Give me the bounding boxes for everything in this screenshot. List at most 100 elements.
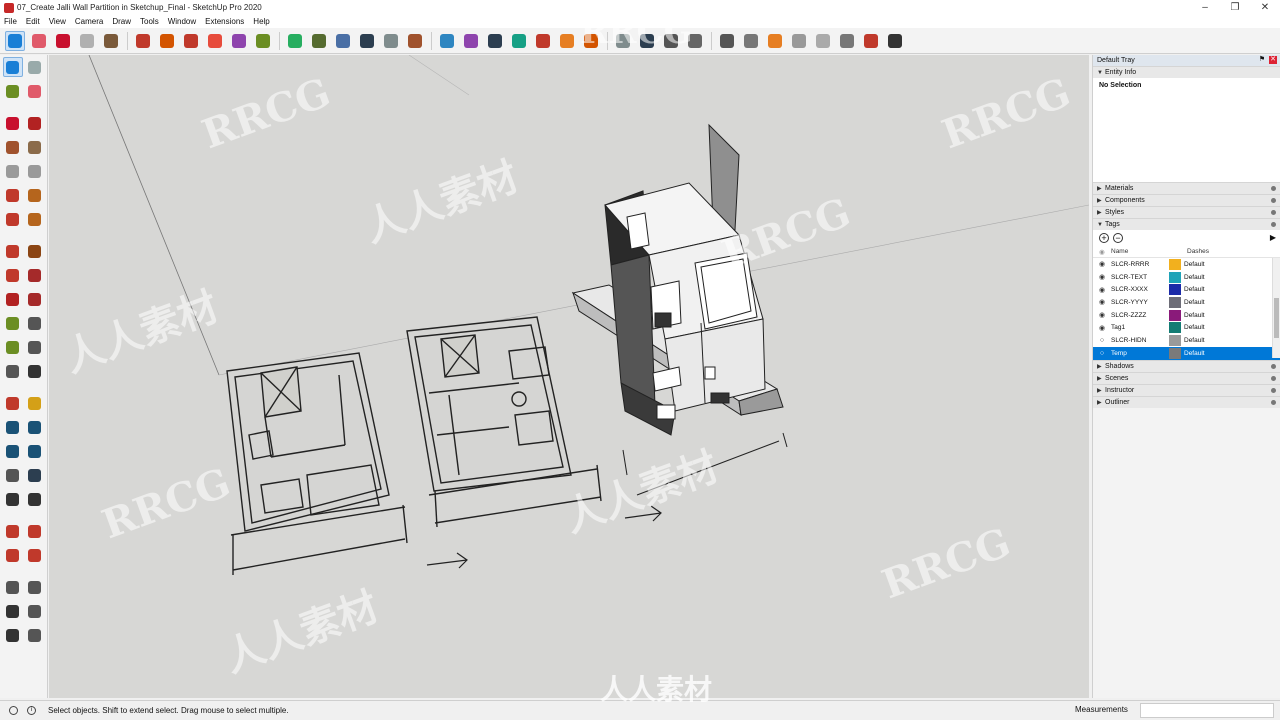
tag-color-swatch[interactable] (1169, 284, 1181, 296)
3d-text-button[interactable] (24, 361, 44, 381)
tag-name[interactable]: SLCR-YYYY (1111, 299, 1169, 306)
section-button[interactable] (685, 31, 705, 51)
protractor-button[interactable] (309, 31, 329, 51)
column-dashes[interactable]: Dashes (1169, 248, 1249, 255)
pencil-button[interactable] (53, 31, 73, 51)
prev-button[interactable] (813, 31, 833, 51)
look-around-button[interactable] (24, 465, 44, 485)
pan-button[interactable] (461, 31, 481, 51)
panel-instructor[interactable]: ▶ Instructor (1093, 384, 1280, 396)
zoom-window-button[interactable] (24, 417, 44, 437)
extension-warehouse-button[interactable] (24, 521, 44, 541)
component-button[interactable] (24, 57, 44, 77)
tag-name[interactable]: Tag1 (1111, 324, 1169, 331)
menu-help[interactable]: Help (253, 17, 269, 26)
eye-hidden-icon[interactable]: ○ (1093, 350, 1111, 357)
offset-button[interactable] (24, 289, 44, 309)
move-button[interactable] (3, 241, 23, 261)
info-button[interactable] (637, 31, 657, 51)
zoom-extents-button[interactable] (3, 441, 23, 461)
home-view-button[interactable] (3, 601, 23, 621)
eye-icon[interactable]: ◉ (1093, 311, 1111, 319)
tag-dashes[interactable]: Default (1184, 312, 1244, 319)
send-layout-button[interactable] (3, 545, 23, 565)
offset-button[interactable] (229, 31, 249, 51)
tape-button[interactable] (285, 31, 305, 51)
line-button[interactable] (3, 113, 23, 133)
arc-button[interactable] (3, 185, 23, 205)
previous-view-button[interactable] (24, 441, 44, 461)
delete-tag-icon[interactable]: − (1113, 233, 1123, 243)
scale-button[interactable] (3, 289, 23, 309)
menu-extensions[interactable]: Extensions (205, 17, 244, 26)
add-tag-icon[interactable]: + (1099, 233, 1109, 243)
panel-scenes[interactable]: ▶ Scenes (1093, 372, 1280, 384)
tag-dashes[interactable]: Default (1184, 350, 1244, 357)
tag-dashes[interactable]: Default (1184, 337, 1244, 344)
menu-view[interactable]: View (49, 17, 66, 26)
tag-dashes[interactable]: Default (1184, 286, 1244, 293)
axes-button[interactable] (3, 361, 23, 381)
eye-icon[interactable]: ◉ (1093, 260, 1111, 268)
zoom-button[interactable] (485, 31, 505, 51)
menu-tools[interactable]: Tools (140, 17, 159, 26)
tag-row[interactable]: ◉ SLCR-ZZZZ Default (1093, 309, 1280, 322)
rectangle-button[interactable] (101, 31, 121, 51)
eraser-button[interactable] (24, 81, 44, 101)
rotate-button[interactable] (3, 265, 23, 285)
panel-shadows[interactable]: ▶ Shadows (1093, 360, 1280, 372)
text-button[interactable] (333, 31, 353, 51)
pan-button[interactable] (24, 393, 44, 413)
warehouse-button[interactable] (557, 31, 577, 51)
iso-view-button[interactable] (3, 577, 23, 597)
tag-color-swatch[interactable] (1169, 258, 1181, 270)
drawing-viewport[interactable] (49, 55, 1089, 698)
column-name[interactable]: Name (1111, 248, 1169, 255)
play-button[interactable] (765, 31, 785, 51)
text-button[interactable] (24, 337, 44, 357)
pin-icon[interactable]: ⚑ (1258, 56, 1266, 64)
eye-hidden-icon[interactable]: ○ (1093, 337, 1111, 344)
freehand-button[interactable] (24, 113, 44, 133)
tag-name[interactable]: SLCR-HIDN (1111, 337, 1169, 344)
tag-row[interactable]: ◉ SLCR-XXXX Default (1093, 283, 1280, 296)
orbit-button[interactable] (437, 31, 457, 51)
warehouse-button[interactable] (3, 521, 23, 541)
stop-button[interactable] (789, 31, 809, 51)
tag-color-swatch[interactable] (1169, 322, 1181, 334)
select-button[interactable] (5, 30, 25, 51)
tag-name[interactable]: SLCR-ZZZZ (1111, 312, 1169, 319)
menu-window[interactable]: Window (168, 17, 196, 26)
tag-dashes[interactable]: Default (1184, 324, 1244, 331)
pushpull-button[interactable] (205, 31, 225, 51)
back-view-button[interactable] (24, 625, 44, 645)
draw-button[interactable] (885, 31, 905, 51)
tag-color-swatch[interactable] (1169, 347, 1181, 359)
menu-edit[interactable]: Edit (26, 17, 40, 26)
rotate-button[interactable] (157, 31, 177, 51)
tape-button[interactable] (3, 313, 23, 333)
info-icon[interactable]: i (27, 706, 36, 715)
pie-button[interactable] (24, 185, 44, 205)
tag-name[interactable]: Temp (1111, 350, 1169, 357)
tag-color-swatch[interactable] (1169, 271, 1181, 283)
tag-row[interactable]: ◉ SLCR-TEXT Default (1093, 271, 1280, 284)
walk-button[interactable] (741, 31, 761, 51)
panel-entity-info[interactable]: ▼ Entity Info (1093, 66, 1280, 78)
side-view-button[interactable] (24, 601, 44, 621)
sandbox-button[interactable] (533, 31, 553, 51)
tag-name[interactable]: SLCR-XXXX (1111, 286, 1169, 293)
paint-button[interactable] (405, 31, 425, 51)
followme-button[interactable] (24, 265, 44, 285)
user-button[interactable] (613, 31, 633, 51)
rectangle-button[interactable] (3, 137, 23, 157)
geo-location-icon[interactable] (9, 706, 18, 715)
tag-dashes[interactable]: Default (1184, 261, 1244, 268)
panel-outliner[interactable]: ▶ Outliner (1093, 396, 1280, 408)
menu-draw[interactable]: Draw (112, 17, 131, 26)
move-button[interactable] (133, 31, 153, 51)
scale-button[interactable] (181, 31, 201, 51)
eye-icon[interactable]: ◉ (1093, 324, 1111, 332)
tag-row[interactable]: ○ Temp Default (1093, 346, 1280, 360)
rotated-rect-button[interactable] (24, 137, 44, 157)
